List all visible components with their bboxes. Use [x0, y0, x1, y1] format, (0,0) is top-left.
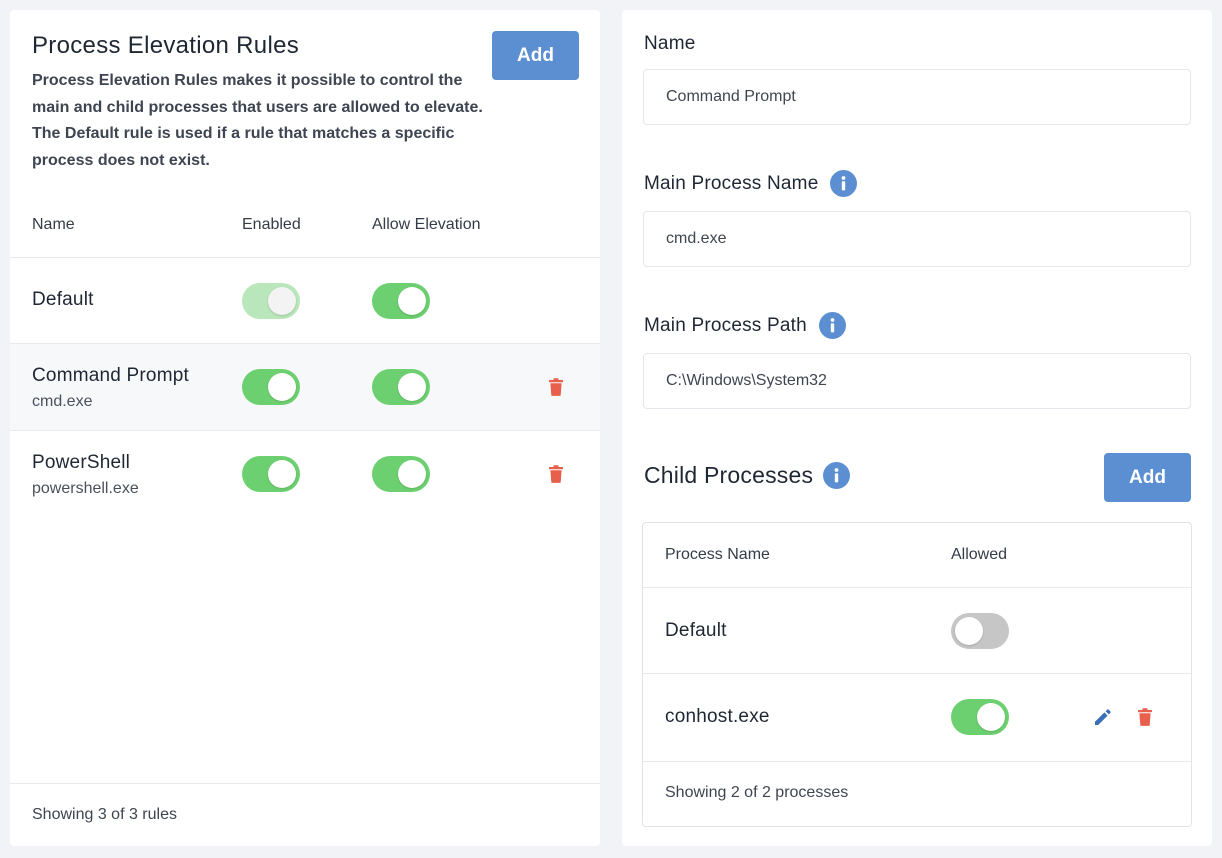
- column-header-allowed: Allowed: [951, 546, 1008, 563]
- rule-row-powershell[interactable]: PowerShell powershell.exe: [10, 431, 600, 517]
- rules-description: Process Elevation Rules makes it possibl…: [32, 72, 483, 169]
- rule-row-default[interactable]: Default: [10, 258, 600, 344]
- child-process-name: Default: [665, 620, 727, 641]
- rule-detail-panel: Name Main Process Name Main Process Path…: [622, 10, 1212, 846]
- rules-panel: Process Elevation Rules Process Elevatio…: [10, 10, 600, 846]
- child-processes-table: Process Name Allowed Default conhost.exe…: [642, 522, 1192, 827]
- info-icon[interactable]: [818, 312, 846, 339]
- trash-icon[interactable]: [548, 465, 564, 483]
- child-processes-title: Child Processes: [644, 462, 851, 489]
- rule-process: cmd.exe: [32, 393, 93, 410]
- main-process-name-label: Main Process Name: [644, 170, 858, 197]
- enabled-toggle-command-prompt[interactable]: [242, 369, 300, 405]
- allowed-toggle-conhost[interactable]: [951, 699, 1009, 735]
- rules-title: Process Elevation Rules: [32, 32, 300, 59]
- info-icon[interactable]: [823, 462, 851, 489]
- main-process-path-label: Main Process Path: [644, 312, 846, 339]
- column-header-name: Name: [32, 216, 75, 233]
- allow-elevation-toggle-default[interactable]: [372, 283, 430, 319]
- rule-row-command-prompt[interactable]: Command Prompt cmd.exe: [10, 344, 600, 430]
- rule-name: PowerShell: [32, 452, 131, 473]
- enabled-toggle-default: [242, 283, 300, 319]
- add-child-process-button[interactable]: Add: [1104, 453, 1191, 502]
- footer-divider: [10, 783, 600, 784]
- allow-elevation-toggle-powershell[interactable]: [372, 456, 430, 492]
- child-row-default[interactable]: Default: [643, 588, 1191, 674]
- main-process-name-input[interactable]: [643, 211, 1191, 267]
- child-row-conhost[interactable]: conhost.exe: [643, 674, 1191, 760]
- name-label: Name: [644, 33, 696, 54]
- pencil-icon[interactable]: [1093, 707, 1113, 727]
- child-process-name: conhost.exe: [665, 706, 770, 727]
- add-rule-button[interactable]: Add: [492, 31, 579, 80]
- footer-divider: [643, 761, 1191, 762]
- enabled-toggle-powershell[interactable]: [242, 456, 300, 492]
- name-input[interactable]: [643, 69, 1191, 125]
- main-process-path-input[interactable]: [643, 353, 1191, 409]
- allowed-toggle-default[interactable]: [951, 613, 1009, 649]
- trash-icon[interactable]: [548, 378, 564, 396]
- rule-name: Default: [32, 289, 94, 310]
- column-header-process-name: Process Name: [665, 546, 770, 563]
- allow-elevation-toggle-command-prompt[interactable]: [372, 369, 430, 405]
- info-icon[interactable]: [830, 170, 858, 197]
- child-processes-count: Showing 2 of 2 processes: [665, 784, 849, 801]
- rule-process: powershell.exe: [32, 480, 139, 497]
- trash-icon[interactable]: [1137, 708, 1153, 726]
- column-header-allow-elevation: Allow Elevation: [372, 216, 481, 233]
- column-header-enabled: Enabled: [242, 216, 301, 233]
- rules-count: Showing 3 of 3 rules: [32, 806, 177, 823]
- rule-name: Command Prompt: [32, 365, 189, 386]
